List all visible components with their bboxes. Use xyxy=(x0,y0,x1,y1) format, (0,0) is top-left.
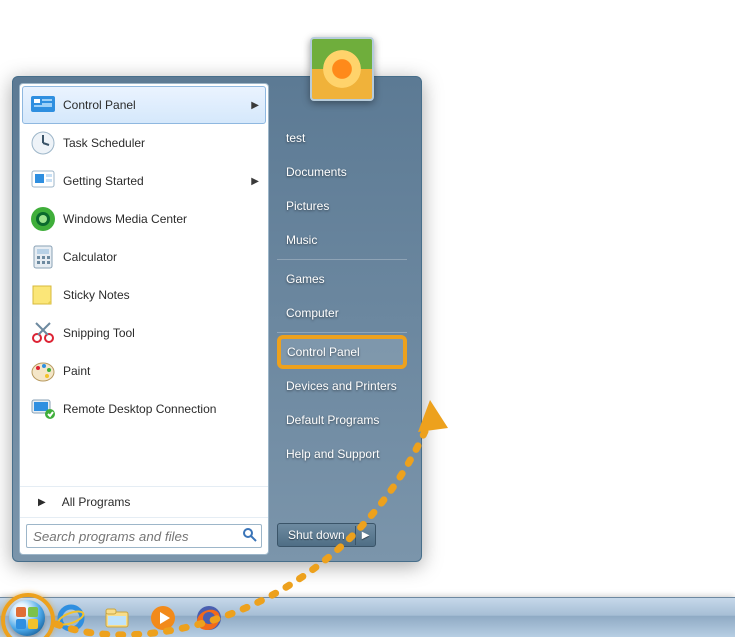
right-link-label: Default Programs xyxy=(286,413,379,427)
program-item-label: Calculator xyxy=(57,250,259,264)
taskbar-firefox[interactable] xyxy=(188,603,230,633)
taskbar-wmp[interactable] xyxy=(142,603,184,633)
start-menu: Control Panel ▶ Task Scheduler Getting S… xyxy=(12,76,422,562)
program-item-label: Remote Desktop Connection xyxy=(57,402,259,416)
program-item-label: Sticky Notes xyxy=(57,288,259,302)
program-item-media-center[interactable]: Windows Media Center xyxy=(22,200,266,238)
snipping-tool-icon xyxy=(29,319,57,347)
firefox-icon xyxy=(195,604,223,632)
search-icon xyxy=(242,527,258,543)
sticky-notes-icon xyxy=(29,281,57,309)
program-item-snipping-tool[interactable]: Snipping Tool xyxy=(22,314,266,352)
chevron-right-icon: ▶ xyxy=(38,497,46,508)
shutdown-more-button[interactable]: ▶ xyxy=(355,526,376,545)
right-links: test Documents Pictures Music Games Comp… xyxy=(277,121,407,471)
search-row xyxy=(20,517,268,554)
program-item-remote-desktop[interactable]: Remote Desktop Connection xyxy=(22,390,266,428)
right-link-label: Pictures xyxy=(286,199,329,213)
program-item-label: Snipping Tool xyxy=(57,326,259,340)
program-item-label: Task Scheduler xyxy=(57,136,259,150)
right-link-music[interactable]: Music xyxy=(277,223,407,257)
right-link-documents[interactable]: Documents xyxy=(277,155,407,189)
start-button[interactable] xyxy=(9,600,45,636)
right-link-user[interactable]: test xyxy=(277,121,407,155)
chevron-right-icon: ▶ xyxy=(251,100,259,111)
windows-orb-icon xyxy=(16,607,38,629)
all-programs-label: All Programs xyxy=(62,495,131,509)
right-link-computer[interactable]: Computer xyxy=(277,296,407,330)
shutdown-row: Shut down ▶ xyxy=(277,523,407,547)
right-link-help-support[interactable]: Help and Support xyxy=(277,437,407,471)
shutdown-label: Shut down xyxy=(288,528,345,542)
right-link-label: Games xyxy=(286,272,325,286)
program-item-paint[interactable]: Paint xyxy=(22,352,266,390)
getting-started-icon xyxy=(29,167,57,195)
program-item-label: Paint xyxy=(57,364,259,378)
right-link-label: Documents xyxy=(286,165,347,179)
explorer-icon xyxy=(103,604,131,632)
task-scheduler-icon xyxy=(29,129,57,157)
start-orb-wrap xyxy=(6,598,48,637)
calculator-icon xyxy=(29,243,57,271)
right-link-label: Devices and Printers xyxy=(286,379,397,393)
program-item-task-scheduler[interactable]: Task Scheduler xyxy=(22,124,266,162)
paint-icon xyxy=(29,357,57,385)
program-item-getting-started[interactable]: Getting Started ▶ xyxy=(22,162,266,200)
all-programs[interactable]: ▶ All Programs xyxy=(20,486,268,517)
shutdown-button-group: Shut down ▶ xyxy=(277,523,376,547)
taskbar xyxy=(0,597,735,637)
search-input[interactable] xyxy=(26,524,262,548)
right-link-label: Control Panel xyxy=(287,345,360,359)
separator xyxy=(277,259,407,260)
program-item-calculator[interactable]: Calculator xyxy=(22,238,266,276)
program-item-label: Control Panel xyxy=(57,98,251,112)
right-link-devices-printers[interactable]: Devices and Printers xyxy=(277,369,407,403)
right-link-control-panel[interactable]: Control Panel xyxy=(277,335,407,369)
start-menu-right-pane: test Documents Pictures Music Games Comp… xyxy=(269,83,415,555)
chevron-right-icon: ▶ xyxy=(362,530,370,541)
taskbar-ie[interactable] xyxy=(50,603,92,633)
start-menu-left-pane: Control Panel ▶ Task Scheduler Getting S… xyxy=(19,83,269,555)
right-link-label: Help and Support xyxy=(286,447,379,461)
control-panel-icon xyxy=(29,91,57,119)
right-link-default-programs[interactable]: Default Programs xyxy=(277,403,407,437)
user-avatar[interactable] xyxy=(310,37,374,101)
program-item-label: Windows Media Center xyxy=(57,212,259,226)
right-link-label: Computer xyxy=(286,306,339,320)
right-link-label: test xyxy=(286,131,305,145)
right-link-games[interactable]: Games xyxy=(277,262,407,296)
program-item-label: Getting Started xyxy=(57,174,251,188)
media-center-icon xyxy=(29,205,57,233)
program-item-control-panel[interactable]: Control Panel ▶ xyxy=(22,86,266,124)
chevron-right-icon: ▶ xyxy=(251,176,259,187)
right-link-pictures[interactable]: Pictures xyxy=(277,189,407,223)
right-link-label: Music xyxy=(286,233,317,247)
separator xyxy=(277,332,407,333)
remote-desktop-icon xyxy=(29,395,57,423)
ie-icon xyxy=(57,604,85,632)
program-list: Control Panel ▶ Task Scheduler Getting S… xyxy=(20,84,268,486)
program-item-sticky-notes[interactable]: Sticky Notes xyxy=(22,276,266,314)
taskbar-explorer[interactable] xyxy=(96,603,138,633)
shutdown-button[interactable]: Shut down xyxy=(278,524,355,546)
search-box xyxy=(26,524,262,548)
wmp-icon xyxy=(149,604,177,632)
